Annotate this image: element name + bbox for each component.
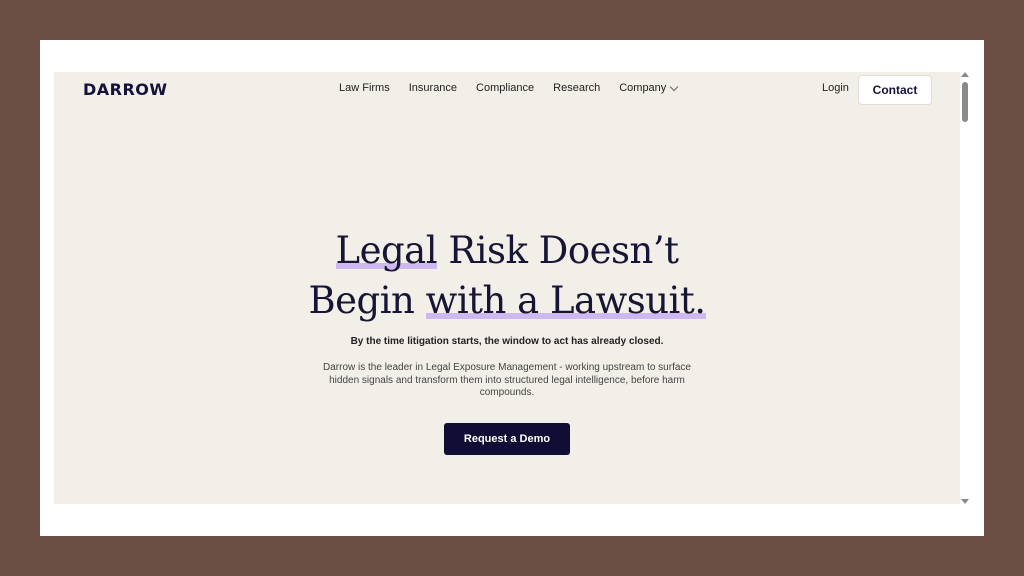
vertical-scrollbar[interactable] (960, 72, 970, 504)
scroll-thumb[interactable] (962, 82, 968, 122)
arrow-up-icon[interactable] (961, 72, 969, 77)
title-highlight-1: Legal (335, 229, 438, 272)
title-highlight-2: with a Lawsuit. (425, 279, 706, 322)
title-line1-rest: Risk Doesn’t (437, 229, 679, 272)
arrow-down-icon[interactable] (961, 499, 969, 504)
page-viewport: DARROW Law Firms Insurance Compliance Re… (54, 72, 960, 504)
hero-title: Legal Risk Doesn’t Begin with a Lawsuit. (54, 226, 960, 326)
hero-subheading: By the time litigation starts, the windo… (350, 336, 664, 347)
darrow-logo[interactable]: DARROW (83, 80, 168, 99)
main-nav: Law Firms Insurance Compliance Research … (339, 82, 679, 94)
request-demo-button[interactable]: Request a Demo (444, 423, 570, 455)
nav-company-label: Company (619, 82, 667, 94)
hero-title-line-2: Begin with a Lawsuit. (54, 276, 960, 326)
nav-compliance[interactable]: Compliance (476, 82, 534, 94)
nav-insurance[interactable]: Insurance (409, 82, 457, 94)
browser-frame: DARROW Law Firms Insurance Compliance Re… (40, 40, 984, 536)
contact-button[interactable]: Contact (858, 75, 932, 105)
nav-company[interactable]: Company (619, 82, 679, 94)
hero-title-line-1: Legal Risk Doesn’t (54, 226, 960, 276)
nav-research[interactable]: Research (553, 82, 600, 94)
nav-law-firms[interactable]: Law Firms (339, 82, 390, 94)
hero-description: Darrow is the leader in Legal Exposure M… (323, 362, 691, 398)
login-link[interactable]: Login (822, 82, 849, 94)
chevron-down-icon (670, 82, 679, 91)
title-line2-start: Begin (308, 279, 426, 322)
